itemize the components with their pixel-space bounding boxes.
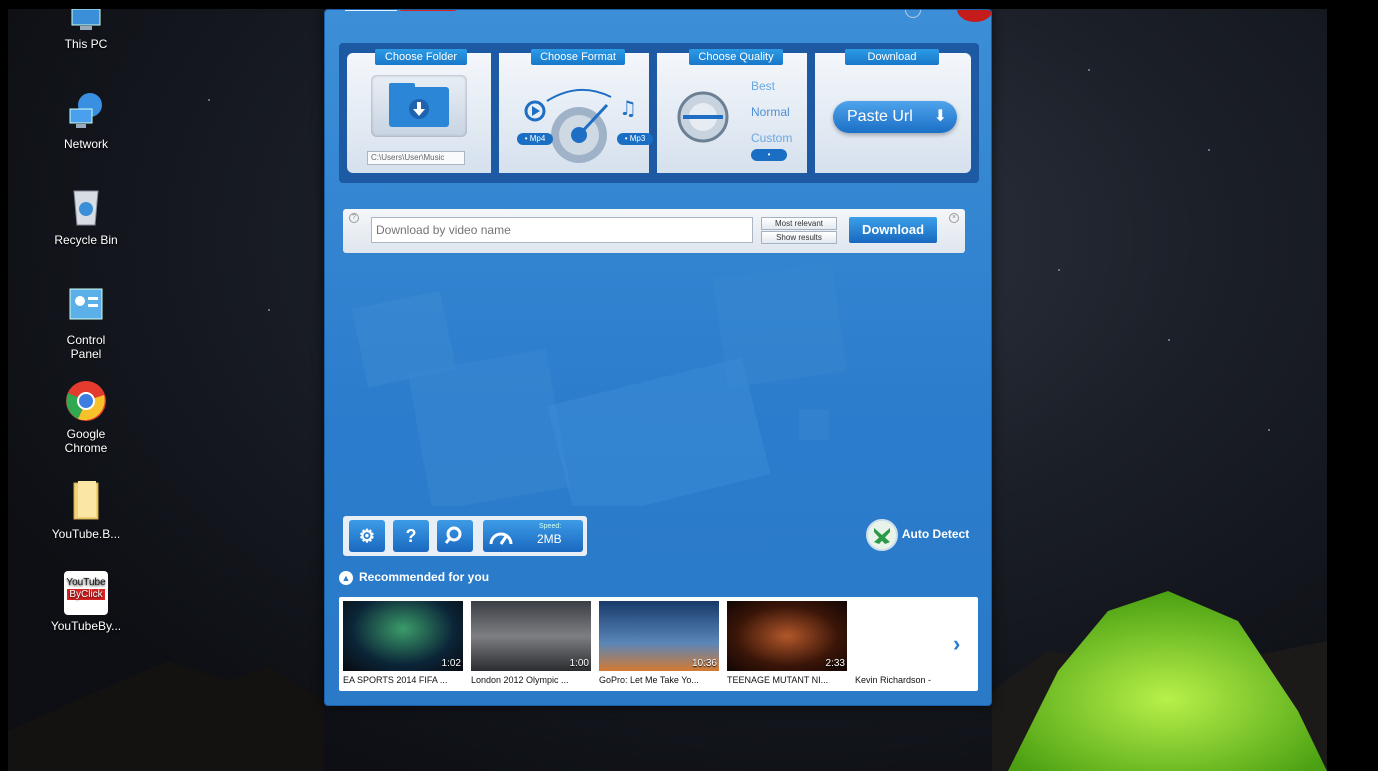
app-logo bbox=[345, 10, 465, 16]
quality-normal[interactable]: Normal bbox=[751, 105, 790, 119]
logo-text: ByClick bbox=[67, 589, 105, 600]
paste-url-button[interactable]: Paste Url ⬇ bbox=[833, 101, 957, 133]
youtube-byclick-window: Choose Folder C:\Users\User\Music Choose… bbox=[324, 9, 992, 706]
settings-button[interactable]: ⚙ bbox=[349, 520, 385, 552]
custom-quality-pill[interactable]: • bbox=[751, 149, 787, 161]
tab-choose-folder: Choose Folder bbox=[375, 49, 467, 65]
desktop-screen: This PC Network Recycle Bin Control Panel… bbox=[8, 9, 1327, 771]
steps-panel: Choose Folder C:\Users\User\Music Choose… bbox=[339, 43, 979, 183]
star bbox=[1058, 269, 1060, 271]
quality-best[interactable]: Best bbox=[751, 79, 775, 93]
folder-icon bbox=[64, 479, 108, 523]
speed-label: Speed: bbox=[539, 523, 562, 530]
tab-choose-format: Choose Format bbox=[531, 49, 625, 65]
video-duration: 1:00 bbox=[569, 658, 589, 669]
folder-path-field[interactable]: C:\Users\User\Music bbox=[367, 151, 465, 165]
chrome-icon bbox=[64, 379, 108, 423]
desktop-icon-google-chrome[interactable]: Google Chrome bbox=[50, 379, 122, 455]
chevron-right-icon[interactable]: › bbox=[953, 631, 960, 657]
help-circle-icon[interactable] bbox=[905, 10, 921, 18]
format-dial: ♫ bbox=[524, 88, 637, 163]
star bbox=[208, 99, 210, 101]
step-choose-quality: Choose Quality Best Normal Custom • bbox=[657, 49, 807, 173]
desktop-icon-label: Network bbox=[63, 137, 108, 151]
speed-value: 2MB bbox=[537, 532, 562, 546]
desktop-icon-recycle-bin[interactable]: Recycle Bin bbox=[50, 185, 122, 247]
star bbox=[1208, 149, 1210, 151]
this-pc-icon bbox=[64, 9, 108, 33]
star bbox=[1268, 429, 1270, 431]
desktop-icon-label: YouTube.B... bbox=[51, 527, 121, 541]
video-duration: 2:33 bbox=[825, 658, 845, 669]
most-relevant-dropdown[interactable]: Most relevant bbox=[761, 217, 837, 230]
video-name-input[interactable] bbox=[371, 217, 753, 243]
desktop-icon-label: Recycle Bin bbox=[54, 233, 118, 247]
auto-detect-label: Auto Detect bbox=[901, 527, 970, 542]
video-thumbnail[interactable]: 1:02 bbox=[343, 601, 463, 671]
quality-custom[interactable]: Custom bbox=[751, 131, 792, 145]
desktop-icon-label: Control Panel bbox=[66, 333, 106, 361]
download-by-name-button[interactable]: Download bbox=[849, 217, 937, 243]
step-choose-folder: Choose Folder C:\Users\User\Music bbox=[347, 49, 491, 173]
desktop-icon-label: This PC bbox=[64, 37, 108, 51]
info-icon[interactable]: ? bbox=[349, 213, 359, 223]
recommended-header[interactable]: ▲ Recommended for you bbox=[339, 570, 489, 585]
bottom-toolbar: ⚙ ? Speed: 2MB bbox=[343, 516, 587, 556]
desktop-icon-control-panel[interactable]: Control Panel bbox=[50, 285, 122, 361]
network-icon bbox=[64, 89, 108, 133]
step-choose-format: Choose Format ♫ • Mp4 • Mp3 bbox=[499, 49, 653, 173]
video-title[interactable]: Kevin Richardson - bbox=[855, 675, 949, 685]
recycle-bin-icon bbox=[64, 185, 108, 229]
desktop-icon-label: Google Chrome bbox=[64, 427, 108, 455]
video-title[interactable]: London 2012 Olympic ... bbox=[471, 675, 595, 685]
folder-button[interactable] bbox=[371, 75, 467, 137]
recommended-strip: 1:02 EA SPORTS 2014 FIFA ... 1:00 London… bbox=[339, 597, 978, 691]
desktop-icon-youtubebyclick[interactable]: YouTube ByClick YouTubeBy... bbox=[50, 571, 122, 633]
tab-choose-quality: Choose Quality bbox=[689, 49, 783, 65]
video-thumbnail[interactable]: 2:33 bbox=[727, 601, 847, 671]
search-icon bbox=[444, 526, 462, 544]
collapse-icon: ▲ bbox=[339, 571, 353, 585]
search-by-name-bar: ? Most relevant Show results Download × bbox=[343, 209, 965, 253]
close-button[interactable] bbox=[957, 10, 991, 22]
control-panel-icon bbox=[64, 285, 108, 329]
quality-knob-icon[interactable] bbox=[673, 85, 743, 155]
gear-icon: ⚙ bbox=[358, 526, 376, 546]
star bbox=[1088, 69, 1090, 71]
recommended-title: Recommended for you bbox=[359, 570, 490, 584]
speed-button[interactable]: Speed: 2MB bbox=[483, 520, 583, 552]
youtube-byclick-icon: YouTube ByClick bbox=[64, 571, 108, 615]
star bbox=[1168, 339, 1170, 341]
paste-url-label: Paste Url bbox=[847, 108, 913, 125]
tab-download: Download bbox=[845, 49, 939, 65]
video-title[interactable]: GoPro: Let Me Take Yo... bbox=[599, 675, 723, 685]
desktop-icon-label: YouTubeBy... bbox=[50, 619, 122, 633]
video-title[interactable]: TEENAGE MUTANT NI... bbox=[727, 675, 851, 685]
video-title[interactable]: EA SPORTS 2014 FIFA ... bbox=[343, 675, 467, 685]
search-button[interactable] bbox=[437, 520, 473, 552]
show-results-dropdown[interactable]: Show results bbox=[761, 231, 837, 244]
results-area bbox=[351, 262, 847, 506]
desktop-icon-youtube-folder[interactable]: YouTube.B... bbox=[50, 479, 122, 541]
auto-detect-icon bbox=[866, 519, 898, 551]
video-duration: 10:36 bbox=[691, 658, 717, 669]
folder-icon bbox=[389, 83, 449, 127]
star bbox=[268, 309, 270, 311]
mp4-option[interactable]: • Mp4 bbox=[517, 133, 553, 145]
desktop-icon-network[interactable]: Network bbox=[50, 89, 122, 151]
download-arrow-icon: ⬇ bbox=[933, 108, 947, 125]
help-button[interactable]: ? bbox=[393, 520, 429, 552]
auto-detect-toggle[interactable]: Auto Detect bbox=[865, 518, 969, 552]
desktop-icon-this-pc[interactable]: This PC bbox=[50, 9, 122, 51]
mp3-option[interactable]: • Mp3 bbox=[617, 133, 653, 145]
close-search-icon[interactable]: × bbox=[949, 213, 959, 223]
video-duration: 1:02 bbox=[441, 658, 461, 669]
svg-text:♫: ♫ bbox=[619, 96, 637, 120]
video-thumbnail[interactable]: 10:36 bbox=[599, 601, 719, 671]
video-thumbnail[interactable]: 1:00 bbox=[471, 601, 591, 671]
step-download: Download Paste Url ⬇ bbox=[815, 49, 971, 173]
speedometer-icon bbox=[489, 532, 513, 545]
logo-text: YouTube bbox=[66, 577, 106, 588]
